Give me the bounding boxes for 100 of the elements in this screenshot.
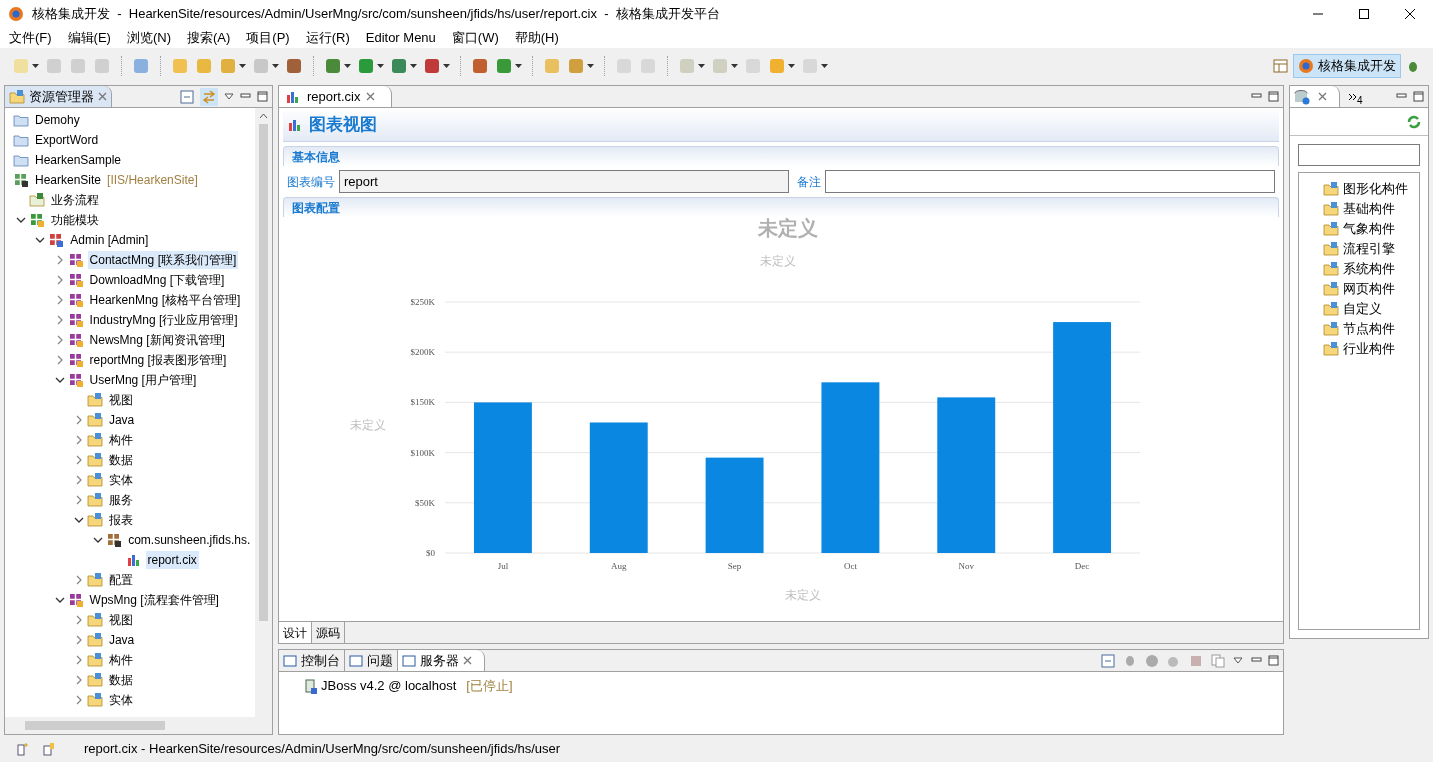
tree-item[interactable]: report.cix xyxy=(145,551,199,569)
server-name[interactable]: JBoss v4.2 @ localhost xyxy=(321,676,457,696)
chevron-down-icon[interactable] xyxy=(16,215,26,225)
text-field[interactable]: report xyxy=(339,170,789,193)
tree-item[interactable]: IndustryMng [行业应用管理] xyxy=(87,311,240,329)
dropdown-caret-icon[interactable] xyxy=(272,64,279,68)
show-view-icon[interactable] xyxy=(42,741,56,756)
palette-item[interactable]: 网页构件 xyxy=(1343,279,1395,299)
collapse-all-icon[interactable] xyxy=(180,89,194,104)
dropdown-caret-icon[interactable] xyxy=(515,64,522,68)
fast-view-icon[interactable] xyxy=(16,741,30,756)
chevron-down-icon[interactable] xyxy=(35,235,46,245)
tree-item[interactable]: Admin [Admin] xyxy=(68,231,151,249)
tree-item[interactable]: NewsMng [新闻资讯管理] xyxy=(87,331,227,349)
tree-item[interactable]: HearkenSample xyxy=(33,151,124,169)
view-tab[interactable]: 问题 xyxy=(345,650,398,671)
close-icon[interactable] xyxy=(463,656,472,665)
maximize-icon[interactable] xyxy=(1413,91,1424,102)
dropdown-caret-icon[interactable] xyxy=(731,64,738,68)
tree-item[interactable]: 功能模块 xyxy=(49,211,101,229)
maximize-icon[interactable] xyxy=(1268,655,1279,666)
text-field[interactable] xyxy=(825,170,1275,193)
horizontal-scrollbar[interactable] xyxy=(5,717,272,734)
menu-item[interactable]: 搜索(A) xyxy=(182,28,236,48)
vertical-scrollbar[interactable] xyxy=(255,108,272,717)
dropdown-caret-icon[interactable] xyxy=(239,64,246,68)
tree-item[interactable]: 配置 xyxy=(106,571,135,589)
tree-item[interactable]: 业务流程 xyxy=(49,191,101,209)
dropdown-caret-icon[interactable] xyxy=(788,64,795,68)
tree-item[interactable]: Demohy xyxy=(33,111,82,129)
tree-item[interactable]: 实体 xyxy=(106,691,135,709)
dropdown-caret-icon[interactable] xyxy=(821,64,828,68)
tree-item[interactable]: Java xyxy=(106,411,137,429)
view-tab[interactable]: 控制台 xyxy=(279,650,345,671)
tree-item[interactable]: UserMng [用户管理] xyxy=(87,371,199,389)
tree-item[interactable]: 数据 xyxy=(106,451,135,469)
tree-item[interactable]: HearkenSite xyxy=(33,171,104,189)
close-icon[interactable] xyxy=(366,92,376,101)
palette-item[interactable]: 气象构件 xyxy=(1343,219,1395,239)
overflow-chevron-icon[interactable] xyxy=(1348,92,1357,101)
maximize-icon[interactable] xyxy=(1268,91,1279,102)
view-menu-icon[interactable] xyxy=(1233,656,1243,665)
tree-item[interactable]: HearkenMng [核格平台管理] xyxy=(87,291,243,309)
database-icon[interactable] xyxy=(1294,88,1310,105)
menu-item[interactable]: 帮助(H) xyxy=(509,28,564,48)
palette-item[interactable]: 行业构件 xyxy=(1343,339,1395,359)
perspective-button[interactable]: 核格集成开发 xyxy=(1293,54,1401,78)
menu-item[interactable]: 运行(R) xyxy=(300,28,355,48)
palette-item[interactable]: 自定义 xyxy=(1343,299,1382,319)
tree-item[interactable]: 报表 xyxy=(106,511,135,529)
dropdown-caret-icon[interactable] xyxy=(443,64,450,68)
chevron-down-icon[interactable] xyxy=(73,515,84,525)
palette-item[interactable]: 流程引擎 xyxy=(1343,239,1395,259)
publish-icon[interactable] xyxy=(1211,653,1225,668)
editor-page-tab[interactable]: 设计 xyxy=(279,622,312,643)
link-editor-icon[interactable] xyxy=(200,87,218,106)
tree-item[interactable]: 视图 xyxy=(106,391,135,409)
menu-item[interactable]: Editor Menu xyxy=(360,28,441,48)
overflow-count[interactable]: 4 xyxy=(1357,93,1363,108)
tree-item[interactable]: Java xyxy=(106,631,137,649)
dropdown-caret-icon[interactable] xyxy=(377,64,384,68)
tree-item[interactable]: 构件 xyxy=(106,651,135,669)
tree-item[interactable]: WpsMng [流程套件管理] xyxy=(87,591,221,609)
chevron-down-icon[interactable] xyxy=(54,595,65,605)
close-icon[interactable] xyxy=(1318,92,1327,101)
tree-item[interactable]: com.sunsheen.jfids.hs. xyxy=(126,531,253,549)
menu-item[interactable]: 文件(F) xyxy=(4,28,57,48)
menu-item[interactable]: 编辑(E) xyxy=(62,28,116,48)
modules-icon xyxy=(29,212,45,228)
collapse-all-icon[interactable] xyxy=(1101,653,1115,668)
menu-item[interactable]: 窗口(W) xyxy=(446,28,504,48)
tree-item[interactable]: 实体 xyxy=(106,471,135,489)
dropdown-caret-icon[interactable] xyxy=(698,64,705,68)
palette-item[interactable]: 系统构件 xyxy=(1343,259,1395,279)
dropdown-caret-icon[interactable] xyxy=(410,64,417,68)
tree-item[interactable]: 视图 xyxy=(106,611,135,629)
menu-item[interactable]: 浏览(N) xyxy=(121,28,176,48)
palette-item[interactable]: 节点构件 xyxy=(1343,319,1395,339)
tree-item[interactable]: 数据 xyxy=(106,671,135,689)
tree-item[interactable]: reportMng [报表图形管理] xyxy=(87,351,229,369)
tree-item[interactable]: DownloadMng [下载管理] xyxy=(87,271,227,289)
menu-item[interactable]: 项目(P) xyxy=(241,28,295,48)
palette-item[interactable]: 图形化构件 xyxy=(1343,179,1408,199)
tree-item[interactable]: ExportWord xyxy=(33,131,101,149)
filter-field[interactable] xyxy=(1298,144,1420,166)
palette-item[interactable]: 基础构件 xyxy=(1343,199,1395,219)
tree-item[interactable]: 服务 xyxy=(106,491,135,509)
dropdown-caret-icon[interactable] xyxy=(32,64,39,68)
view-menu-icon[interactable] xyxy=(224,92,234,101)
open-perspective-icon[interactable] xyxy=(1273,58,1289,74)
chevron-down-icon[interactable] xyxy=(93,535,104,545)
chevron-down-icon[interactable] xyxy=(54,375,65,385)
view-tab[interactable]: 服务器 xyxy=(398,650,485,671)
tree-item[interactable]: 构件 xyxy=(106,431,135,449)
close-icon[interactable] xyxy=(98,92,107,101)
maximize-icon[interactable] xyxy=(257,91,268,102)
stop-icon[interactable] xyxy=(1189,653,1203,668)
dropdown-caret-icon[interactable] xyxy=(344,64,351,68)
dropdown-caret-icon[interactable] xyxy=(587,64,594,68)
tree-item[interactable]: ContactMng [联系我们管理] xyxy=(87,251,239,269)
